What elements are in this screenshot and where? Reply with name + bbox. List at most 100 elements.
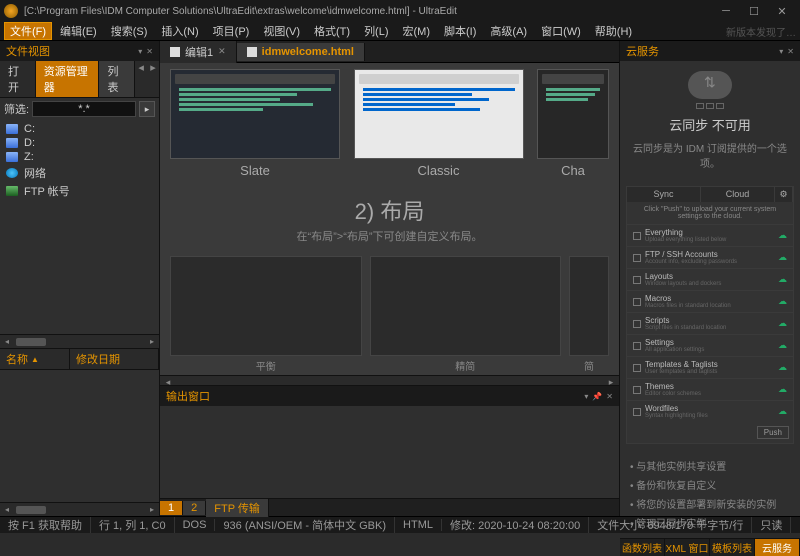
menu-编辑(E)[interactable]: 编辑(E) [54, 22, 103, 40]
sync-item[interactable]: Templates & TaglistsUser templates and t… [627, 356, 793, 378]
tab-cloud[interactable]: 云服务 [755, 539, 800, 556]
sync-tab-sync[interactable]: Sync [627, 187, 701, 202]
bullet-item: • 与其他实例共享设置 [630, 456, 790, 475]
sync-item[interactable]: MacrosMacros files in standard location☁ [627, 290, 793, 312]
menu-帮助(H)[interactable]: 帮助(H) [589, 22, 638, 40]
pin-icon[interactable]: 📌 [592, 392, 602, 401]
drive-c[interactable]: C: [0, 122, 159, 136]
drive-icon [6, 152, 18, 162]
welcome-hscroll[interactable]: ◂▸ [160, 375, 619, 385]
panel-menu-icon[interactable]: ▾ [138, 47, 142, 56]
gear-icon[interactable]: ⚙ [775, 187, 793, 202]
tab-functions[interactable]: 函数列表 [620, 539, 665, 556]
tree-hscroll[interactable]: ◂▸ [0, 334, 159, 348]
theme-classic[interactable]: Classic [354, 69, 524, 182]
maximize-button[interactable]: ☐ [740, 5, 768, 18]
sync-tabs: Sync Cloud ⚙ [627, 187, 793, 202]
menu-高级(A)[interactable]: 高级(A) [484, 22, 533, 40]
status-modified: 修改: 2020-10-24 08:20:00 [442, 517, 589, 533]
menu-文件(F)[interactable]: 文件(F) [4, 22, 52, 40]
layout-section-title: 2) 布局 [160, 194, 619, 226]
status-help: 按 F1 获取帮助 [0, 517, 91, 533]
tab-open[interactable]: 打开 [0, 61, 36, 97]
sync-tab-cloud[interactable]: Cloud [701, 187, 775, 202]
network-icon [6, 168, 18, 178]
drive-z[interactable]: Z: [0, 150, 159, 164]
close-button[interactable]: ✕ [768, 5, 796, 18]
menu-格式(T)[interactable]: 格式(T) [308, 22, 356, 40]
minimize-button[interactable]: ─ [712, 5, 740, 17]
menu-插入(N)[interactable]: 插入(N) [155, 22, 204, 40]
panel-menu-icon[interactable]: ▾ [779, 47, 783, 56]
theme-slate[interactable]: Slate [170, 69, 340, 182]
checkbox-icon[interactable] [633, 386, 641, 394]
checkbox-icon[interactable] [633, 408, 641, 416]
status-mode[interactable]: DOS [175, 519, 216, 531]
sync-item[interactable]: EverythingUpload everything listed below… [627, 224, 793, 246]
layout-captions: 平衡 精简 简 [160, 356, 619, 375]
sync-item[interactable]: FTP / SSH AccountsAccount info, excludin… [627, 246, 793, 268]
tab-idmwelcome[interactable]: idmwelcome.html [237, 43, 365, 61]
update-notice[interactable]: 新版本发现了… [726, 24, 796, 39]
sync-item[interactable]: ThemesEditor color schemes☁ [627, 378, 793, 400]
editor-tabs: 编辑1✕ idmwelcome.html [160, 41, 619, 63]
checkbox-icon[interactable] [633, 276, 641, 284]
panel-close-icon[interactable]: ✕ [146, 47, 153, 56]
menu-视图(V)[interactable]: 视图(V) [257, 22, 306, 40]
tab-templates[interactable]: 模板列表 [710, 539, 755, 556]
sync-item[interactable]: SettingsAll application settings☁ [627, 334, 793, 356]
output-tab-ftp[interactable]: FTP 传输 [206, 499, 269, 517]
close-tab-icon[interactable]: ✕ [218, 46, 226, 57]
panel-close-icon[interactable]: ✕ [606, 392, 613, 401]
theme-cha[interactable]: Cha [537, 69, 609, 182]
menu-列(L)[interactable]: 列(L) [358, 22, 394, 40]
drive-d[interactable]: D: [0, 136, 159, 150]
menu-宏(M)[interactable]: 宏(M) [397, 22, 437, 40]
tab-edit1[interactable]: 编辑1✕ [160, 41, 237, 63]
sync-item[interactable]: ScriptsScript files in standard location… [627, 312, 793, 334]
panel-close-icon[interactable]: ✕ [787, 47, 794, 56]
network-node[interactable]: 网络 [0, 164, 159, 182]
status-lang[interactable]: HTML [395, 519, 442, 531]
cloud-block: 云同步 不可用 云同步是为 IDM 订阅提供的一个选项。 [620, 61, 800, 180]
checkbox-icon[interactable] [633, 364, 641, 372]
sync-box: Sync Cloud ⚙ Click "Push" to upload your… [626, 186, 794, 444]
filter-go-button[interactable]: ▸ [139, 101, 155, 117]
tab-list[interactable]: 列表 [99, 61, 135, 97]
sync-item[interactable]: LayoutsWindow layouts and dockers☁ [627, 268, 793, 290]
drive-icon [6, 124, 18, 134]
tab-xml[interactable]: XML 窗口 [665, 539, 710, 556]
menu-脚本(I)[interactable]: 脚本(I) [438, 22, 482, 40]
tab-explorer[interactable]: 资源管理器 [36, 61, 100, 97]
output-tab-1[interactable]: 1 [160, 501, 183, 515]
ftp-node[interactable]: FTP 帐号 [0, 182, 159, 200]
filter-input[interactable]: *.* [32, 101, 136, 117]
cloud-up-icon: ☁ [778, 384, 787, 395]
output-body[interactable] [160, 406, 619, 498]
checkbox-icon[interactable] [633, 254, 641, 262]
tab-scroll-right[interactable]: ▸ [147, 61, 159, 97]
list-hscroll[interactable]: ◂▸ [0, 502, 159, 516]
layout-simple[interactable] [569, 256, 609, 356]
checkbox-icon[interactable] [633, 298, 641, 306]
status-codepage[interactable]: 936 (ANSI/OEM - 简体中文 GBK) [215, 517, 395, 533]
col-name[interactable]: 名称▲ [0, 349, 70, 369]
cloud-up-icon: ☁ [778, 296, 787, 307]
sync-item[interactable]: WordfilesSyntax highlighting files☁ [627, 400, 793, 422]
layout-lean[interactable] [370, 256, 562, 356]
panel-menu-icon[interactable]: ▾ [584, 392, 588, 401]
layout-balanced[interactable] [170, 256, 362, 356]
cloud-up-icon: ☁ [778, 230, 787, 241]
push-button[interactable]: Push [757, 426, 789, 439]
cloud-up-icon: ☁ [778, 340, 787, 351]
drive-tree: C: D: Z: 网络 FTP 帐号 [0, 120, 159, 202]
checkbox-icon[interactable] [633, 232, 641, 240]
menu-窗口(W)[interactable]: 窗口(W) [535, 22, 587, 40]
checkbox-icon[interactable] [633, 320, 641, 328]
col-date[interactable]: 修改日期 [70, 349, 159, 369]
tab-scroll-left[interactable]: ◂ [135, 61, 147, 97]
menu-项目(P)[interactable]: 项目(P) [207, 22, 256, 40]
menu-搜索(S)[interactable]: 搜索(S) [105, 22, 154, 40]
output-tab-2[interactable]: 2 [183, 501, 206, 515]
checkbox-icon[interactable] [633, 342, 641, 350]
